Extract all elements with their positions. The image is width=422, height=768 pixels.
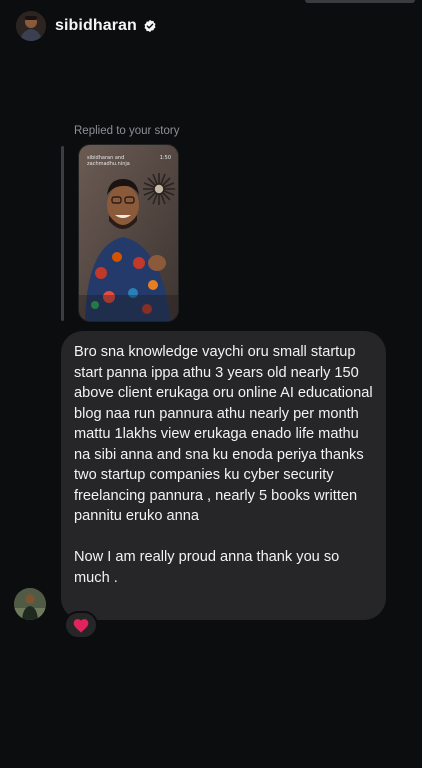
story-timestamp: 1:50 (159, 155, 171, 161)
reply-quote-bar (61, 146, 64, 321)
verified-badge-icon (144, 19, 156, 33)
reaction-pill[interactable] (64, 611, 98, 639)
dm-thread-screen: sibidharan Replied to your story sibidha… (0, 0, 422, 768)
replied-to-story-label: Replied to your story (74, 125, 180, 137)
sender-avatar[interactable] (14, 588, 46, 620)
header-username[interactable]: sibidharan (55, 17, 137, 35)
avatar-person-icon (16, 11, 46, 41)
avatar-person-icon (14, 588, 46, 620)
chat-header: sibidharan (0, 0, 422, 56)
story-caption: sibidharan and zachmadhu.ninja (87, 155, 130, 167)
story-photo (79, 145, 178, 321)
red-heart-icon (73, 618, 89, 632)
message-text: Bro sna knowledge vaychi oru small start… (74, 344, 373, 586)
story-thumbnail[interactable]: sibidharan and zachmadhu.ninja 1:50 (78, 144, 179, 322)
header-avatar[interactable] (16, 11, 46, 41)
